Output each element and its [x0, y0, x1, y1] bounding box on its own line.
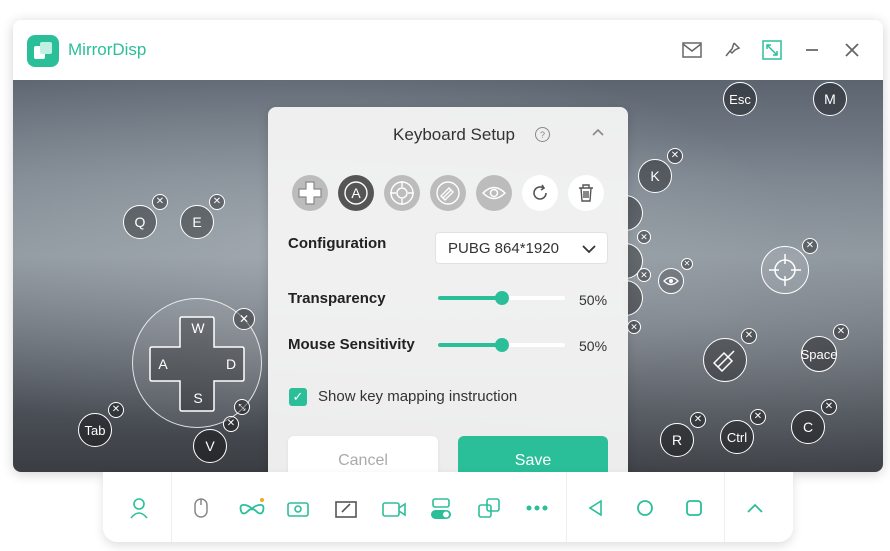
- mail-icon[interactable]: [681, 39, 703, 61]
- trash-icon: [579, 184, 593, 202]
- eye-icon: [663, 276, 679, 286]
- title-bar: MirrorDisp: [13, 20, 883, 80]
- mouse-sensitivity-value: 50%: [579, 338, 608, 354]
- remove-dpad-icon[interactable]: ✕: [233, 308, 255, 330]
- expand-toolbar-icon[interactable]: [743, 496, 767, 520]
- key-k[interactable]: K: [638, 159, 672, 193]
- remove-key-tab-icon[interactable]: ✕: [108, 402, 124, 418]
- remove-key-c-icon[interactable]: ✕: [821, 399, 837, 415]
- key-tab[interactable]: Tab: [78, 413, 112, 447]
- remove-aim-key-icon[interactable]: ✕: [802, 238, 818, 254]
- remove-key-k-icon[interactable]: ✕: [667, 148, 683, 164]
- toolbar-divider-2: [566, 472, 567, 542]
- delete-button[interactable]: [568, 175, 604, 211]
- remove-key-r-icon[interactable]: ✕: [690, 412, 706, 428]
- remove-partial-key-1-icon[interactable]: ✕: [637, 230, 651, 244]
- help-icon[interactable]: ?: [535, 127, 550, 142]
- multi-window-icon[interactable]: [477, 496, 501, 520]
- app-title: MirrorDisp: [68, 40, 147, 59]
- key-a[interactable]: A: [153, 356, 173, 372]
- chevron-down-icon: [581, 242, 597, 259]
- remove-fire-key-icon[interactable]: ✕: [741, 328, 757, 344]
- edit-icon[interactable]: [334, 496, 358, 520]
- fullscreen-icon[interactable]: [761, 39, 783, 61]
- mouse-icon[interactable]: [189, 496, 213, 520]
- tool-dpad[interactable]: [292, 175, 328, 211]
- mouse-sensitivity-label: Mouse Sensitivity: [288, 336, 415, 353]
- home-icon[interactable]: [633, 496, 657, 520]
- app-logo: [27, 35, 59, 67]
- key-q[interactable]: Q: [123, 205, 157, 239]
- view-toggle-key[interactable]: [658, 268, 684, 294]
- user-icon[interactable]: [127, 496, 151, 520]
- tool-crosshair[interactable]: [384, 175, 420, 211]
- dpad-tool-icon: [298, 181, 322, 205]
- mouse-sensitivity-slider-fill: [438, 343, 502, 347]
- bullet-icon: [713, 350, 735, 372]
- tool-view[interactable]: [476, 175, 512, 211]
- key-esc[interactable]: Esc: [723, 82, 757, 116]
- bullet-tool-icon: [436, 181, 460, 205]
- letter-a-icon: A: [344, 181, 368, 205]
- remove-key-e-icon[interactable]: ✕: [209, 194, 225, 210]
- minimize-icon[interactable]: [801, 39, 823, 61]
- key-d[interactable]: D: [221, 356, 241, 372]
- remove-key-ctrl-icon[interactable]: ✕: [750, 409, 766, 425]
- remove-key-space-icon[interactable]: ✕: [833, 324, 849, 340]
- key-c[interactable]: C: [791, 410, 825, 444]
- pin-icon[interactable]: [721, 39, 743, 61]
- reset-button[interactable]: [522, 175, 558, 211]
- show-mapping-checkbox[interactable]: ✓: [289, 388, 307, 406]
- screenshot-icon[interactable]: [286, 496, 310, 520]
- key-space[interactable]: Space: [801, 336, 837, 372]
- collapse-chevron-icon[interactable]: [590, 124, 608, 142]
- resize-dpad-icon[interactable]: ⤡: [234, 399, 250, 415]
- more-icon[interactable]: [525, 496, 549, 520]
- key-v[interactable]: V: [193, 429, 227, 463]
- remove-partial-key-3-icon[interactable]: ✕: [627, 320, 641, 334]
- recent-apps-icon[interactable]: [682, 496, 706, 520]
- remove-key-v-icon[interactable]: ✕: [223, 416, 239, 432]
- transparency-slider[interactable]: [438, 291, 565, 305]
- toolbar-divider-3: [724, 472, 725, 542]
- show-mapping-label[interactable]: Show key mapping instruction: [318, 388, 517, 405]
- gamepad-icon[interactable]: [237, 496, 267, 520]
- crosshair-icon: [769, 254, 801, 286]
- key-e[interactable]: E: [180, 205, 214, 239]
- transparency-slider-knob[interactable]: [494, 291, 509, 305]
- key-s[interactable]: S: [188, 390, 208, 406]
- remove-eye-key-icon[interactable]: ✕: [681, 258, 693, 270]
- key-r[interactable]: R: [660, 423, 694, 457]
- tool-key[interactable]: A: [338, 175, 374, 211]
- tool-fire[interactable]: [430, 175, 466, 211]
- record-icon[interactable]: [382, 496, 406, 520]
- close-icon[interactable]: [841, 39, 863, 61]
- bottom-toolbar: [103, 472, 793, 542]
- key-ctrl[interactable]: Ctrl: [720, 420, 754, 454]
- transparency-label: Transparency: [288, 290, 386, 307]
- back-icon[interactable]: [584, 496, 608, 520]
- remove-partial-key-2-icon[interactable]: ✕: [637, 268, 651, 282]
- svg-text:A: A: [351, 185, 361, 201]
- toolbar-divider: [171, 472, 172, 542]
- remove-key-q-icon[interactable]: ✕: [152, 194, 168, 210]
- refresh-icon: [533, 184, 547, 200]
- mouse-sensitivity-slider[interactable]: [438, 338, 565, 352]
- transparency-slider-fill: [438, 296, 502, 300]
- fire-key[interactable]: [703, 338, 747, 382]
- configuration-select[interactable]: PUBG 864*1920: [435, 232, 608, 264]
- toggle-icon[interactable]: [429, 496, 453, 520]
- crosshair-tool-icon: [390, 181, 414, 205]
- key-w[interactable]: W: [188, 320, 208, 336]
- panel-title: Keyboard Setup: [393, 125, 515, 144]
- key-m[interactable]: M: [813, 82, 847, 116]
- eye-tool-icon: [481, 186, 507, 200]
- configuration-value: PUBG 864*1920: [448, 240, 559, 257]
- transparency-value: 50%: [579, 292, 608, 308]
- mouse-sensitivity-slider-knob[interactable]: [494, 338, 509, 352]
- aim-key[interactable]: [761, 246, 809, 294]
- keyboard-setup-panel: Keyboard Setup ? A Configuration PUBG 86…: [268, 107, 628, 502]
- configuration-label: Configuration: [288, 235, 387, 252]
